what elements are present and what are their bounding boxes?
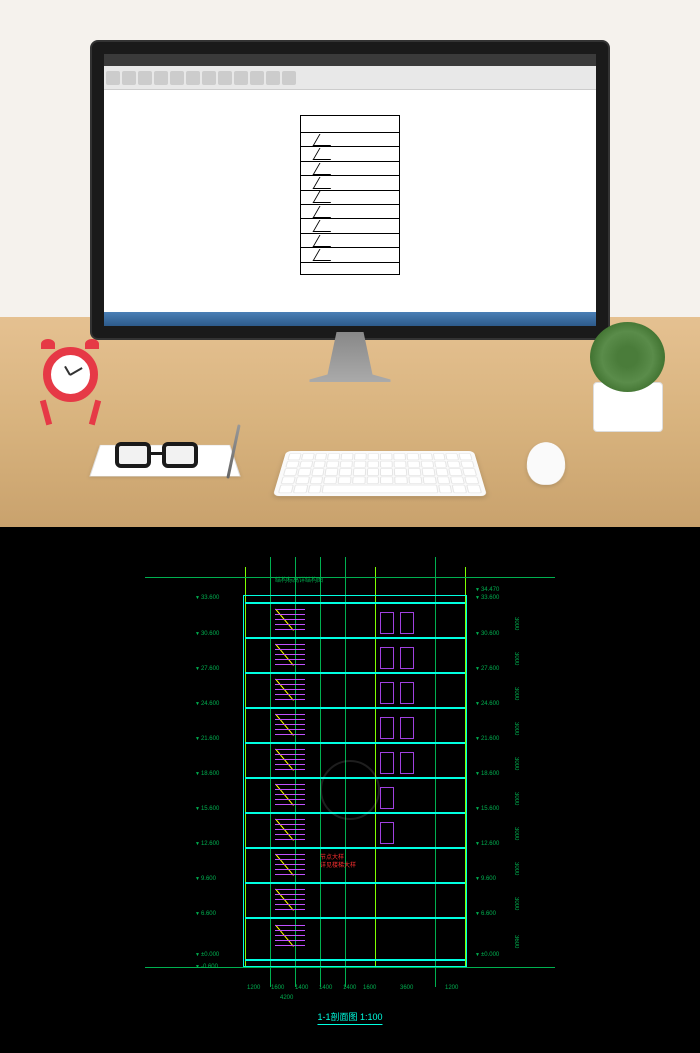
ribbon-tool-icon xyxy=(282,71,296,85)
door-symbol xyxy=(380,612,394,634)
dimension-text: 3000 xyxy=(513,652,519,665)
elevation-label: 33.600 xyxy=(475,595,499,601)
door-symbol xyxy=(400,717,414,739)
apple-mouse xyxy=(526,442,567,485)
ribbon-tool-icon xyxy=(202,71,216,85)
stairway xyxy=(275,925,305,953)
ribbon-tool-icon xyxy=(106,71,120,85)
dimension-text: 1400 xyxy=(343,985,356,991)
elevation-label: 12.600 xyxy=(475,841,499,847)
elevation-label: 15.600 xyxy=(475,806,499,812)
elevation-label: 34.470 xyxy=(475,587,499,593)
elevation-label: 21.600 xyxy=(475,736,499,742)
stairway xyxy=(275,819,305,847)
door-symbol xyxy=(380,717,394,739)
cad-drawing-black-bg: 33.600 30.600 27.600 24.600 21.600 18.60… xyxy=(0,527,700,1053)
imac-monitor xyxy=(90,40,610,380)
elevation-label: 21.600 xyxy=(195,736,219,742)
dimension-text: 3000 xyxy=(513,897,519,910)
elevation-label: 9.600 xyxy=(195,876,216,882)
door-symbol xyxy=(400,682,414,704)
elevation-label: 6.600 xyxy=(195,911,216,917)
ribbon-tool-icon xyxy=(138,71,152,85)
dimension-text: 3000 xyxy=(513,827,519,840)
dimension-text: 1600 xyxy=(363,985,376,991)
elevation-label: 12.600 xyxy=(195,841,219,847)
monitor-bezel xyxy=(90,40,610,340)
stairway xyxy=(275,784,305,812)
elevation-label: 27.600 xyxy=(195,666,219,672)
door-symbol xyxy=(400,752,414,774)
door-symbol xyxy=(380,752,394,774)
ribbon-tool-icon xyxy=(234,71,248,85)
dimension-text: 1400 xyxy=(295,985,308,991)
door-symbol xyxy=(380,647,394,669)
grid-line-horizontal xyxy=(145,577,555,578)
potted-plant xyxy=(585,322,670,432)
dimension-text: 3600 xyxy=(400,985,413,991)
elevation-label: 30.600 xyxy=(475,631,499,637)
door-symbol xyxy=(400,612,414,634)
dimension-text: 1200 xyxy=(247,985,260,991)
elevation-label: 18.600 xyxy=(195,771,219,777)
dimension-text: 3000 xyxy=(513,862,519,875)
annotation-red: 详见楼梯大样 xyxy=(320,860,356,869)
autocad-canvas-white xyxy=(104,90,596,300)
desk-mockup-photo xyxy=(0,0,700,527)
dimension-text: 4200 xyxy=(280,995,293,1001)
elevation-label: 15.600 xyxy=(195,806,219,812)
autocad-titlebar xyxy=(104,54,596,66)
stairway xyxy=(275,714,305,742)
windows-taskbar xyxy=(104,312,596,326)
ribbon-tool-icon xyxy=(122,71,136,85)
dimension-text: 3000 xyxy=(513,792,519,805)
elevation-label: 6.600 xyxy=(475,911,496,917)
elevation-label: ±0.000 xyxy=(475,952,499,958)
dimension-text: 3000 xyxy=(513,757,519,770)
dimension-text: 3000 xyxy=(513,687,519,700)
dimension-text: 3000 xyxy=(513,722,519,735)
stairway xyxy=(275,679,305,707)
ribbon-tool-icon xyxy=(266,71,280,85)
elevation-label: 33.600 xyxy=(195,595,219,601)
door-symbol xyxy=(380,787,394,809)
stairway xyxy=(275,749,305,777)
stairway xyxy=(275,889,305,917)
dimension-text: 3000 xyxy=(513,617,519,630)
autocad-ribbon xyxy=(104,66,596,90)
section-drawing-bw xyxy=(280,105,420,285)
elevation-label: 27.600 xyxy=(475,666,499,672)
dimension-text: 1400 xyxy=(319,985,332,991)
elevation-label: 18.600 xyxy=(475,771,499,777)
drawing-title: 1-1剖面图 1:100 xyxy=(317,1010,382,1025)
ribbon-tool-icon xyxy=(170,71,184,85)
elevation-label: 24.600 xyxy=(475,701,499,707)
door-symbol xyxy=(400,647,414,669)
red-alarm-clock xyxy=(35,347,105,432)
dimension-text: 3600 xyxy=(513,935,519,948)
door-symbol xyxy=(380,682,394,704)
top-annotation: 结构标高详结构图 xyxy=(275,575,323,584)
stairway xyxy=(275,644,305,672)
monitor-screen xyxy=(104,54,596,326)
elevation-label: 9.600 xyxy=(475,876,496,882)
dimension-text: 1600 xyxy=(271,985,284,991)
elevation-label: 24.600 xyxy=(195,701,219,707)
elevation-label: -0.600 xyxy=(195,964,218,970)
elevation-label: 30.600 xyxy=(195,631,219,637)
elevation-label: ±0.000 xyxy=(195,952,219,958)
building-section-drawing: 33.600 30.600 27.600 24.600 21.600 18.60… xyxy=(175,547,525,1027)
dimension-text: 1200 xyxy=(445,985,458,991)
eyeglasses-icon xyxy=(115,442,210,472)
ribbon-tool-icon xyxy=(186,71,200,85)
stairway xyxy=(275,854,305,882)
apple-keyboard xyxy=(273,451,487,496)
door-symbol xyxy=(380,822,394,844)
ribbon-tool-icon xyxy=(218,71,232,85)
stairway xyxy=(275,609,305,637)
ribbon-tool-icon xyxy=(250,71,264,85)
ribbon-tool-icon xyxy=(154,71,168,85)
